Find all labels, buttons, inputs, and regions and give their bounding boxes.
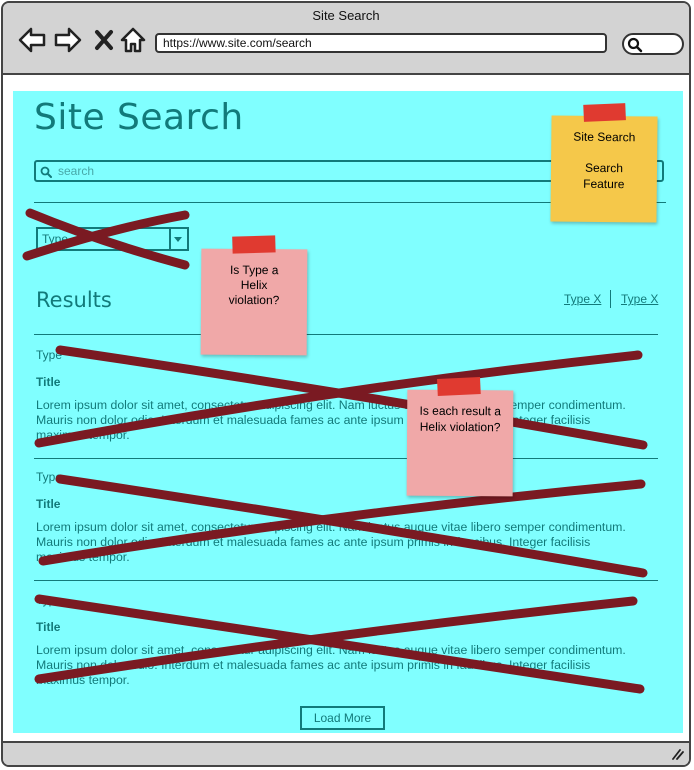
note-feature-line2: Search Feature <box>583 160 625 192</box>
tape <box>583 103 626 122</box>
status-bar <box>3 741 689 765</box>
tape <box>232 235 276 254</box>
browser-window: Site Search https://www.site.com/search … <box>1 1 691 767</box>
note-result-question-text: Is each result a Helix violation? <box>419 403 501 434</box>
sticky-note-result-question: Is each result a Helix violation? <box>406 377 514 497</box>
resize-grip-icon[interactable] <box>670 748 684 760</box>
tape <box>437 377 481 396</box>
note-type-question-text: Is Type a Helix violation? <box>228 262 280 308</box>
sticky-note-feature: Site Search Search Feature <box>550 103 658 223</box>
sticky-note-type-question: Is Type a Helix violation? <box>200 235 308 356</box>
note-feature-line1: Site Search <box>573 129 636 145</box>
